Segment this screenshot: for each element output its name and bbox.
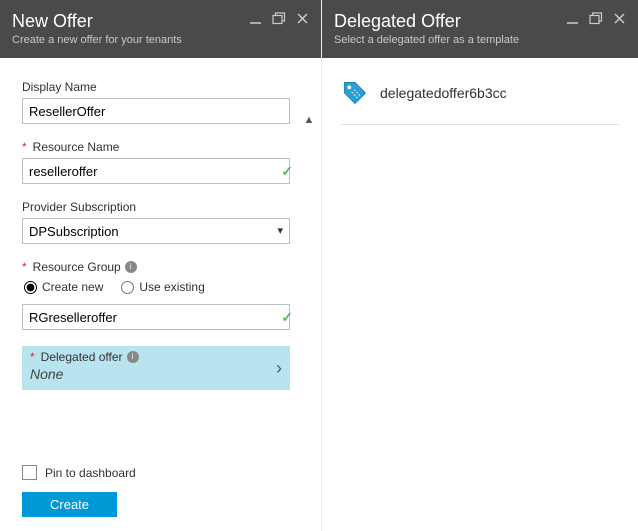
rg-radio-use-input[interactable] xyxy=(121,281,134,294)
restore-icon[interactable] xyxy=(272,12,286,25)
new-offer-title: New Offer xyxy=(12,10,182,32)
required-marker: * xyxy=(22,260,27,274)
rg-radio-use-existing[interactable]: Use existing xyxy=(121,280,204,294)
panel-delegated-offer: Delegated Offer Select a delegated offer… xyxy=(322,0,638,531)
delegated-offer-selector[interactable]: * Delegated offer i None › xyxy=(22,346,290,390)
chevron-right-icon: › xyxy=(276,358,282,379)
required-marker: * xyxy=(22,140,27,154)
pin-label: Pin to dashboard xyxy=(45,466,136,480)
new-offer-subtitle: Create a new offer for your tenants xyxy=(12,34,182,46)
new-offer-form: Display Name * Resource Name ✓ Provider … xyxy=(0,58,321,424)
minimize-icon[interactable] xyxy=(249,12,262,25)
panel-body-new-offer: Display Name * Resource Name ✓ Provider … xyxy=(0,58,321,531)
close-icon[interactable] xyxy=(296,12,309,25)
provider-sub-label: Provider Subscription xyxy=(22,200,299,214)
provider-sub-select[interactable] xyxy=(22,218,290,244)
field-display-name: Display Name xyxy=(22,80,299,124)
resource-name-label-text: Resource Name xyxy=(33,140,120,154)
delegated-offer-value: None xyxy=(30,366,139,382)
rg-radio-create-new[interactable]: Create new xyxy=(24,280,103,294)
pin-to-dashboard-row[interactable]: Pin to dashboard xyxy=(22,465,299,480)
resource-group-input[interactable] xyxy=(22,304,290,330)
new-offer-footer: Pin to dashboard Create xyxy=(0,455,321,531)
panel-controls-new-offer xyxy=(249,10,309,25)
delegated-offer-subtitle: Select a delegated offer as a template xyxy=(334,34,519,46)
delegated-offer-label: Delegated offer xyxy=(41,350,123,364)
rg-radio-create-input[interactable] xyxy=(24,281,37,294)
rg-use-label: Use existing xyxy=(139,280,204,294)
delegated-offer-item[interactable]: delegatedoffer6b3cc xyxy=(340,80,620,125)
rg-create-label: Create new xyxy=(42,280,103,294)
info-icon[interactable]: i xyxy=(125,261,137,273)
resource-group-label-text: Resource Group xyxy=(33,260,121,274)
delegated-offer-body: delegatedoffer6b3cc xyxy=(322,58,638,147)
field-resource-name: * Resource Name ✓ xyxy=(22,140,299,184)
required-marker: * xyxy=(30,350,35,364)
display-name-label: Display Name xyxy=(22,80,299,94)
minimize-icon[interactable] xyxy=(566,12,579,25)
resource-group-label: * Resource Group i xyxy=(22,260,299,274)
resource-name-input[interactable] xyxy=(22,158,290,184)
field-provider-subscription: Provider Subscription ▾ xyxy=(22,200,299,244)
panel-controls-delegated xyxy=(566,10,626,25)
delegated-offer-item-label: delegatedoffer6b3cc xyxy=(380,85,507,101)
delegated-offer-title: Delegated Offer xyxy=(334,10,519,32)
resource-group-radio-row: Create new Use existing xyxy=(24,280,299,294)
scroll-up-icon[interactable]: ▲ xyxy=(304,114,315,126)
tag-icon xyxy=(342,80,368,106)
create-button[interactable]: Create xyxy=(22,492,117,517)
vertical-scrollbar[interactable]: ▲ ▼ xyxy=(301,114,317,474)
pin-checkbox[interactable] xyxy=(22,465,37,480)
panel-new-offer: New Offer Create a new offer for your te… xyxy=(0,0,322,531)
close-icon[interactable] xyxy=(613,12,626,25)
restore-icon[interactable] xyxy=(589,12,603,25)
panel-header-delegated-offer: Delegated Offer Select a delegated offer… xyxy=(322,0,638,58)
info-icon[interactable]: i xyxy=(127,351,139,363)
resource-name-label: * Resource Name xyxy=(22,140,299,154)
field-resource-group: * Resource Group i Create new Use existi… xyxy=(22,260,299,330)
display-name-input[interactable] xyxy=(22,98,290,124)
panel-header-new-offer: New Offer Create a new offer for your te… xyxy=(0,0,321,58)
